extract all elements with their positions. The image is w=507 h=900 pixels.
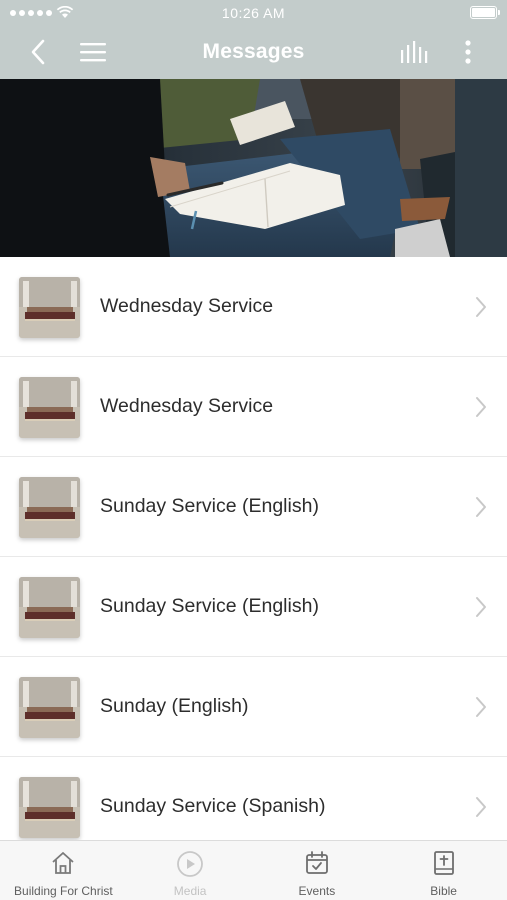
list-item[interactable]: Sunday Service (Spanish) — [0, 757, 507, 840]
list-item[interactable]: Wednesday Service — [0, 357, 507, 457]
tab-events[interactable]: Events — [254, 841, 381, 900]
calendar-check-icon — [305, 851, 328, 874]
message-title: Sunday (English) — [100, 695, 249, 717]
chevron-right-icon — [476, 397, 486, 417]
message-list: Wednesday Service Wednesday Service Sund… — [0, 257, 507, 840]
audio-bars-icon[interactable] — [398, 38, 430, 66]
tab-label: Media — [173, 884, 207, 898]
tab-label: Events — [298, 884, 336, 898]
message-thumbnail — [19, 477, 80, 538]
tab-label: Building For Christ — [14, 884, 113, 898]
top-bar: 10:26 AM Messages — [0, 0, 507, 79]
status-time: 10:26 AM — [221, 5, 286, 21]
chevron-right-icon — [476, 597, 486, 617]
list-item[interactable]: Sunday (English) — [0, 657, 507, 757]
home-icon — [52, 852, 74, 874]
message-title: Sunday Service (English) — [100, 595, 319, 617]
message-thumbnail — [19, 677, 80, 738]
message-title: Wednesday Service — [100, 295, 274, 317]
navigation-bar: Messages — [0, 26, 507, 79]
message-thumbnail — [19, 577, 80, 638]
chevron-right-icon — [476, 797, 486, 817]
battery-icon — [470, 6, 500, 19]
play-circle-icon — [177, 851, 204, 877]
page-title: Messages — [202, 40, 305, 63]
status-bar: 10:26 AM — [0, 0, 507, 26]
bible-cross-icon — [433, 851, 454, 875]
tab-media[interactable]: Media — [127, 841, 254, 900]
more-vertical-icon[interactable] — [458, 38, 478, 66]
tab-label: Bible — [430, 884, 457, 898]
message-title: Wednesday Service — [100, 395, 274, 417]
tab-building-for-christ[interactable]: Building For Christ — [0, 841, 127, 900]
chevron-right-icon — [476, 497, 486, 517]
message-thumbnail — [19, 377, 80, 438]
tab-bible[interactable]: Bible — [380, 841, 507, 900]
hero-image — [0, 79, 507, 257]
message-thumbnail — [19, 277, 80, 338]
list-item[interactable]: Sunday Service (English) — [0, 557, 507, 657]
chevron-right-icon — [476, 697, 486, 717]
chevron-right-icon — [476, 297, 486, 317]
list-item[interactable]: Sunday Service (English) — [0, 457, 507, 557]
bottom-tab-bar: Building For Christ Media Events Bible — [0, 840, 507, 900]
message-thumbnail — [19, 777, 80, 838]
message-title: Sunday Service (English) — [100, 495, 319, 517]
message-title: Sunday Service (Spanish) — [100, 795, 326, 817]
list-item[interactable]: Wednesday Service — [0, 257, 507, 357]
